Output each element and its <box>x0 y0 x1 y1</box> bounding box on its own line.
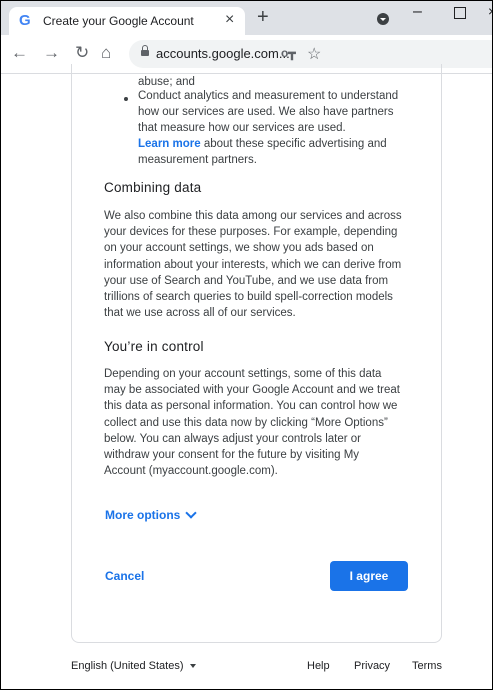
combining-data-heading: Combining data <box>104 180 202 195</box>
paragraph-line: may be associated with your Google Accou… <box>104 384 400 397</box>
bookmark-star-icon[interactable]: ☆ <box>307 44 321 64</box>
bullet-text: Conduct analytics and measurement to und… <box>138 90 399 102</box>
help-link[interactable]: Help <box>307 660 330 672</box>
paragraph-line: collect and use this data now by clickin… <box>104 416 388 429</box>
paragraph-line: information about your interests, which … <box>104 258 402 271</box>
new-tab-icon[interactable]: + <box>257 7 269 27</box>
browser-window: G Create your Google Account × + – × ← →… <box>0 0 493 690</box>
page-content: abuse; and Conduct analytics and measure… <box>1 64 492 689</box>
learn-more-link[interactable]: Learn more <box>138 138 201 150</box>
paragraph-line: Depending on your account settings, some… <box>104 368 382 380</box>
minimize-icon[interactable]: – <box>413 3 422 21</box>
cancel-button[interactable]: Cancel <box>105 569 144 583</box>
bullet-text: measurement partners. <box>138 154 257 166</box>
paragraph-line: below. You can always adjust your contro… <box>104 432 361 445</box>
paragraph-line: on your account settings, we show you ad… <box>104 242 374 255</box>
agree-button[interactable]: I agree <box>330 561 408 591</box>
paragraph-line: your use of Search and YouTube, and we u… <box>104 274 389 287</box>
paragraph-line: withdraw your consent for the future by … <box>104 449 360 462</box>
paragraph-line: We also combine this data among our serv… <box>104 210 402 222</box>
tab-title: Create your Google Account <box>43 14 194 28</box>
back-arrow-icon[interactable]: ← <box>11 44 28 62</box>
forward-arrow-icon[interactable]: → <box>43 44 60 62</box>
combining-data-paragraph: We also combine this data among our serv… <box>104 208 416 321</box>
learn-more-line: Learn more about these specific advertis… <box>138 138 387 150</box>
bullet-text: how our services are used. We also have … <box>138 106 394 118</box>
close-tab-icon[interactable]: × <box>225 12 234 28</box>
key-icon[interactable]: o┳ <box>281 46 296 60</box>
google-favicon-icon: G <box>19 12 31 29</box>
profile-menu-icon[interactable] <box>377 13 389 25</box>
bullet-text: that measure how our services are used. <box>138 122 346 134</box>
in-control-paragraph: Depending on your account settings, some… <box>104 366 416 479</box>
caret-down-icon <box>189 664 196 669</box>
reload-icon[interactable]: ↻ <box>75 44 89 62</box>
tab-strip: G Create your Google Account × + – × <box>1 1 492 35</box>
language-selector[interactable]: English (United States) <box>71 660 196 672</box>
learn-more-rest: about these specific advertising and <box>200 138 387 150</box>
chevron-down-icon <box>185 507 197 519</box>
terms-link[interactable]: Terms <box>412 660 442 672</box>
paragraph-line: this data as personal information. You c… <box>104 400 398 413</box>
lock-icon[interactable] <box>141 45 149 56</box>
language-label: English (United States) <box>71 660 184 672</box>
paragraph-line: Account (myaccount.google.com). <box>104 465 278 478</box>
privacy-link[interactable]: Privacy <box>354 660 390 672</box>
bullet-dot <box>124 97 128 101</box>
more-options-label: More options <box>105 508 181 522</box>
paragraph-line: that we use across all of our services. <box>104 307 296 320</box>
home-icon[interactable]: ⌂ <box>101 44 111 62</box>
paragraph-line: trillions of search queries to build spe… <box>104 291 393 304</box>
maximize-icon[interactable] <box>454 7 466 19</box>
bullet-text: abuse; and <box>138 76 195 88</box>
paragraph-line: your devices for these purposes. For exa… <box>104 226 398 239</box>
url-text[interactable]: accounts.google.com... <box>156 46 290 61</box>
tab-create-account[interactable]: G Create your Google Account × <box>9 7 245 35</box>
more-options-button[interactable]: More options <box>105 507 197 522</box>
window-close-icon[interactable]: × <box>488 3 492 19</box>
in-control-heading: You’re in control <box>104 339 204 354</box>
